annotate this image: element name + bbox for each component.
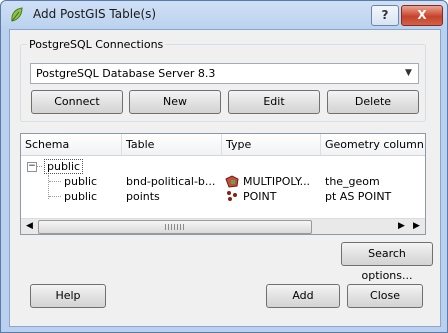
dialog-window: Add PostGIS Table(s) ? X PostgreSQL Conn… (0, 0, 448, 333)
connection-select-value: PostgreSQL Database Server 8.3 (36, 67, 216, 80)
row-geometry: the_geom (325, 175, 380, 188)
tree-group-row[interactable]: − public (21, 159, 425, 174)
scroll-left-icon[interactable]: ◀ (22, 219, 37, 234)
qgis-leaf-icon (11, 7, 23, 22)
title-bar[interactable]: Add PostGIS Table(s) ? X (1, 1, 447, 29)
group-label: public (44, 159, 84, 174)
connect-button[interactable]: Connect (31, 90, 123, 114)
grip-icon (165, 224, 185, 230)
connections-legend: PostgreSQL Connections (27, 38, 166, 51)
delete-connection-button[interactable]: Delete (327, 90, 419, 114)
header-schema[interactable]: Schema (21, 134, 122, 155)
help-button[interactable]: Help (30, 284, 106, 308)
row-type: MULTIPOLY... (243, 175, 311, 188)
table-row[interactable]: public bnd-political-b... MULTIPOLY... t… (21, 174, 425, 189)
point-icon (227, 191, 237, 201)
table-row[interactable]: public points POINT pt AS POINT (21, 189, 425, 204)
row-schema: public (64, 175, 98, 188)
header-type[interactable]: Type (222, 134, 321, 155)
add-button[interactable]: Add (266, 284, 340, 308)
header-geometry-column[interactable]: Geometry column (321, 134, 425, 155)
header-table[interactable]: Table (122, 134, 222, 155)
title-help-button[interactable]: ? (371, 5, 399, 26)
close-button[interactable]: Close (347, 284, 423, 308)
dialog-body: PostgreSQL Connections PostgreSQL Databa… (9, 29, 441, 327)
dropdown-arrow-icon[interactable]: ▼ (401, 66, 416, 81)
search-options-button[interactable]: Search options... (341, 242, 433, 282)
scroll-right-end-icon[interactable]: ▶ (409, 219, 424, 234)
row-schema: public (64, 190, 98, 203)
new-connection-button[interactable]: New (129, 90, 221, 114)
row-table: points (126, 190, 160, 203)
tables-tree[interactable]: Schema Table Type Geometry column − publ… (20, 133, 426, 235)
multipolygon-icon (225, 175, 239, 188)
row-type: POINT (243, 190, 277, 203)
tree-header: Schema Table Type Geometry column (21, 134, 425, 156)
window-title: Add PostGIS Table(s) (33, 7, 157, 21)
row-table: bnd-political-b... (126, 175, 216, 188)
scrollbar-thumb[interactable] (38, 220, 312, 234)
title-close-button[interactable]: X (401, 5, 443, 26)
row-geometry: pt AS POINT (325, 190, 392, 203)
scroll-right-icon[interactable]: ▶ (394, 219, 409, 234)
edit-connection-button[interactable]: Edit (228, 90, 320, 114)
collapse-icon[interactable]: − (27, 162, 37, 172)
connection-select[interactable]: PostgreSQL Database Server 8.3 ▼ (30, 63, 419, 84)
horizontal-scrollbar[interactable]: ◀ ▶ ▶ (21, 218, 425, 234)
connections-group: PostgreSQL Connections PostgreSQL Databa… (20, 38, 426, 122)
